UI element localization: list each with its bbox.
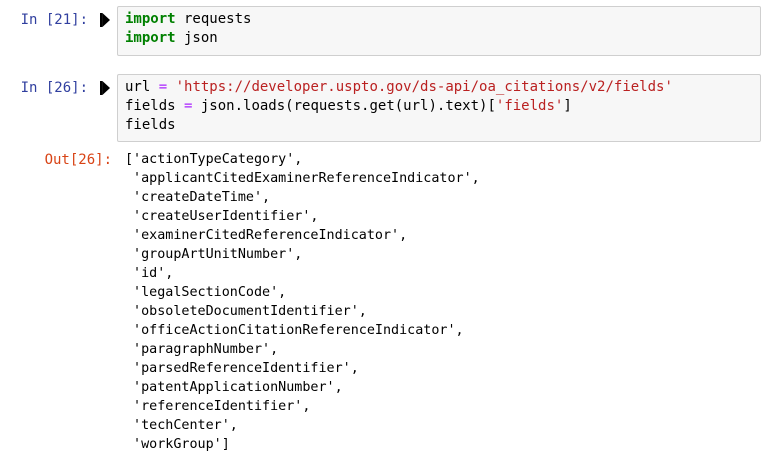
code-cell-21[interactable]: In [21]: import requests import json [0,0,761,58]
output-line: 'techCenter', [125,418,238,433]
run-cell-icon[interactable] [100,81,110,95]
code-input[interactable]: import requests import json [117,6,761,56]
output-line: 'parsedReferenceIdentifier', [125,361,359,376]
output-line: 'workGroup'] [125,437,230,452]
output-line: 'obsoleteDocumentIdentifier', [125,304,367,319]
output-line: 'paragraphNumber', [125,342,279,357]
output-line: 'createDateTime', [125,190,271,205]
output-prompt: Out[26]: [44,152,112,168]
code-line: fields [125,117,176,133]
input-prompt: In [26]: [20,80,88,96]
code-line: import json [125,30,218,46]
output-line: ['actionTypeCategory', [125,152,303,167]
output-line: 'groupArtUnitNumber', [125,247,303,262]
code-cell-26[interactable]: In [26]: url = 'https://developer.uspto.… [0,72,761,144]
output-line: 'createUserIdentifier', [125,209,319,224]
notebook: In [21]: import requests import json In … [0,0,761,465]
output-line: 'patentApplicationNumber', [125,380,343,395]
output-line: 'applicantCitedExaminerReferenceIndicato… [125,171,480,186]
input-prompt: In [21]: [20,12,88,28]
output-line: 'examinerCitedReferenceIndicator', [125,228,408,243]
code-line: url = 'https://developer.uspto.gov/ds-ap… [125,79,673,95]
code-line: import requests [125,11,252,27]
run-cell-icon[interactable] [100,13,110,27]
output-area: ['actionTypeCategory', 'applicantCitedEx… [125,150,480,454]
output-line: 'id', [125,266,174,281]
output-line: 'referenceIdentifier', [125,399,311,414]
output-line: 'officeActionCitationReferenceIndicator'… [125,323,464,338]
code-line: fields = json.loads(requests.get(url).te… [125,98,572,114]
code-input[interactable]: url = 'https://developer.uspto.gov/ds-ap… [117,74,761,142]
output-line: 'legalSectionCode', [125,285,287,300]
